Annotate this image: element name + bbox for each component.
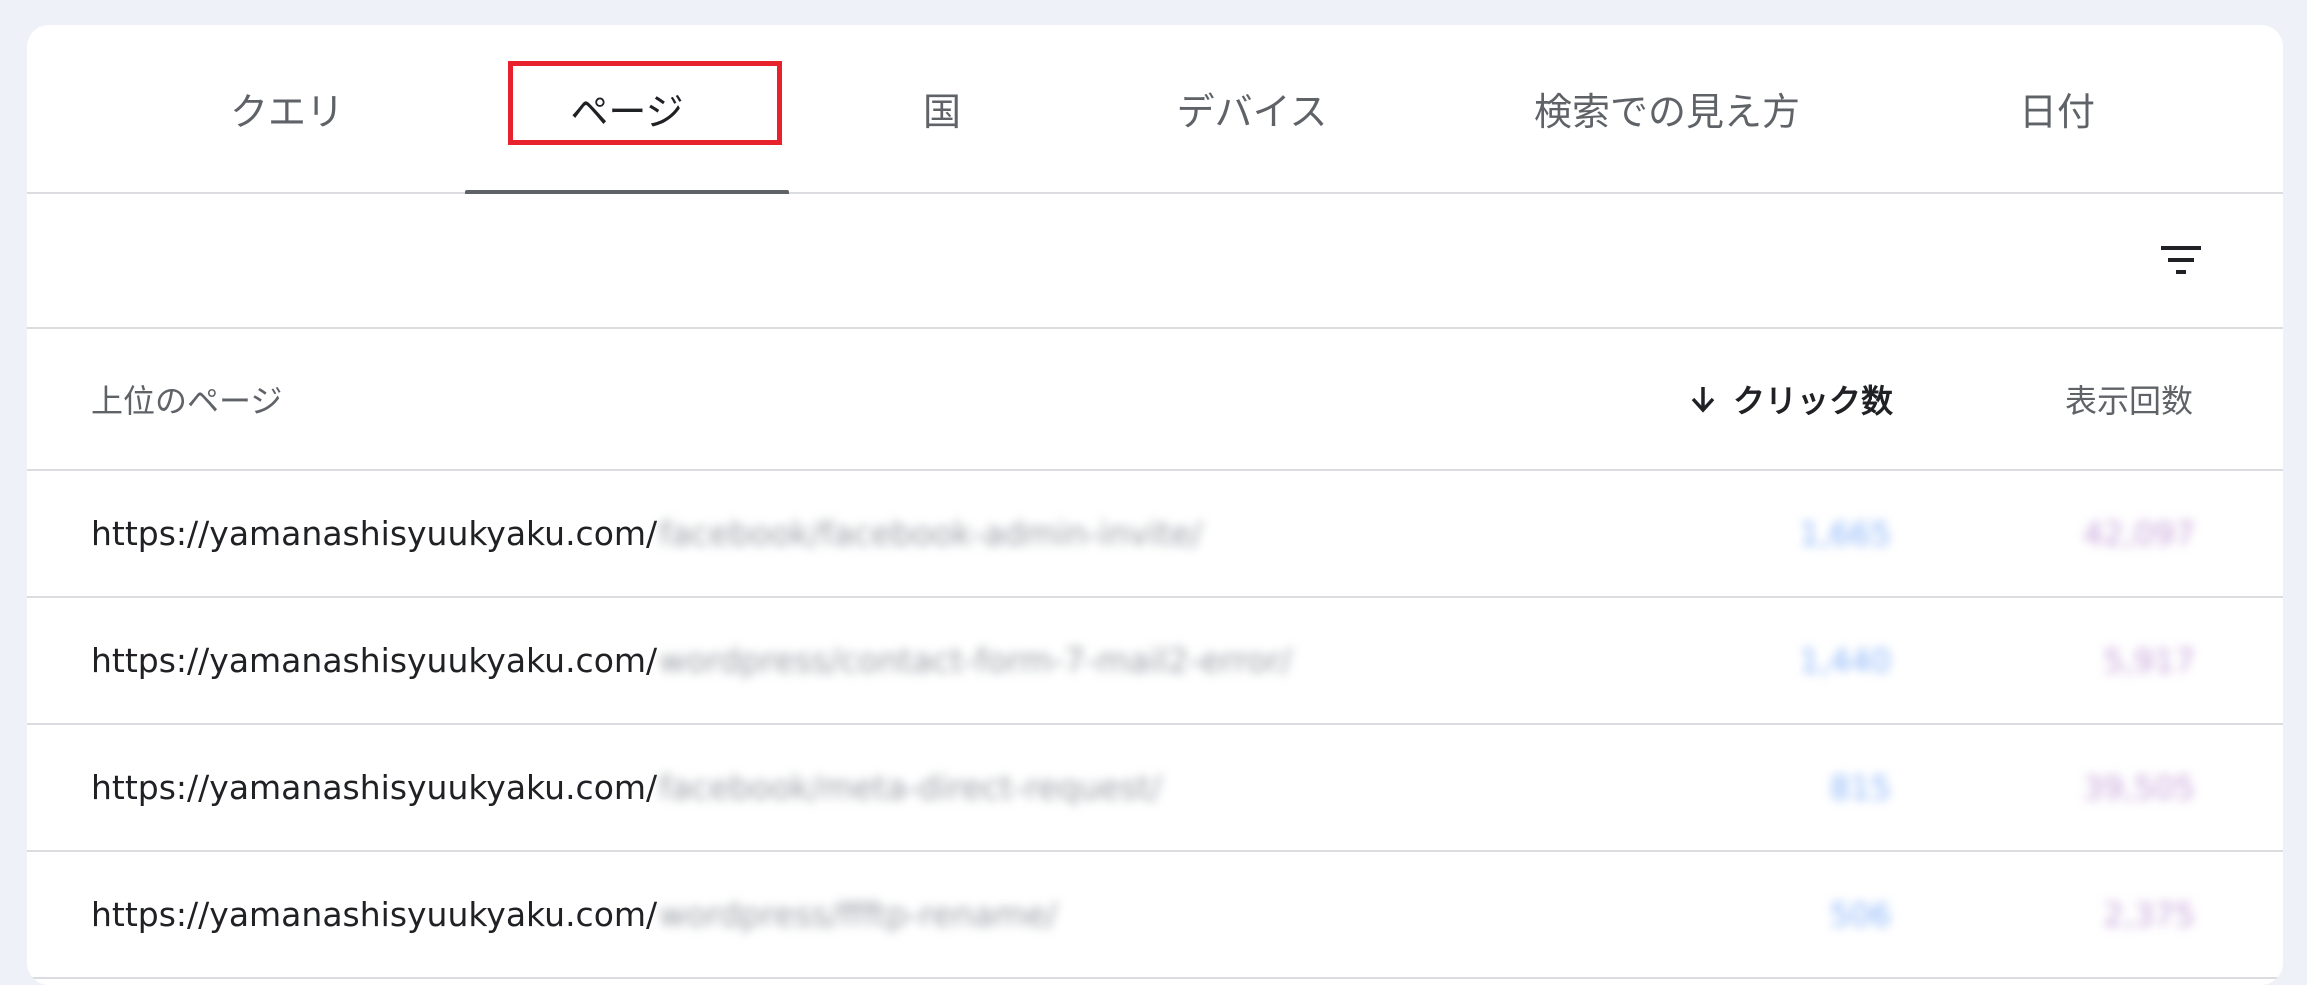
tab-device[interactable]: デバイス: [1087, 25, 1417, 192]
column-header-clicks-label: クリック数: [1732, 382, 1893, 420]
clicks-value: 506: [1829, 895, 1891, 934]
url-domain: https://yamanashisyuukyaku.com/: [91, 641, 658, 680]
url-domain: https://yamanashisyuukyaku.com/: [91, 514, 658, 553]
url-domain: https://yamanashisyuukyaku.com/: [91, 768, 658, 807]
filter-icon: [2161, 246, 2201, 274]
url-path-blurred: wordpress/ffftp-rename/: [659, 895, 1058, 934]
url-path-blurred: wordpress/contact-form-7-mail2-error/: [659, 641, 1292, 680]
column-header-clicks[interactable]: クリック数: [1689, 329, 1893, 469]
column-header-impressions[interactable]: 表示回数: [2065, 329, 2193, 469]
tab-date[interactable]: 日付: [1927, 25, 2187, 192]
highlight-annotation-box: [508, 61, 782, 145]
clicks-value: 1,665: [1799, 514, 1891, 553]
tab-label: デバイス: [1176, 90, 1328, 134]
page-url: https://yamanashisyuukyaku.com/wordpress…: [91, 852, 1057, 977]
filter-button[interactable]: [2157, 236, 2205, 284]
tab-label: 日付: [2018, 90, 2095, 134]
table-toolbar: [27, 194, 2283, 329]
page-url: https://yamanashisyuukyaku.com/wordpress…: [91, 598, 1292, 723]
impressions-value: 42,097: [2083, 514, 2195, 553]
url-path-blurred: facebook/facebook-admin-invite/: [659, 514, 1203, 553]
column-header-top-pages: 上位のページ: [91, 382, 283, 420]
tab-search-appearance[interactable]: 検索での見え方: [1467, 25, 1867, 192]
tab-label: 検索での見え方: [1533, 90, 1800, 134]
arrow-down-icon: [1691, 387, 1715, 413]
impressions-value: 5,917: [2103, 641, 2195, 680]
table-body: https://yamanashisyuukyaku.com/facebook/…: [27, 471, 2283, 979]
tab-label: クエリ: [229, 90, 344, 134]
performance-report-card: クエリ ページ 国 デバイス 検索での見え方 日付 上位のページ クリック数 表…: [27, 25, 2283, 985]
url-domain: https://yamanashisyuukyaku.com/: [91, 895, 658, 934]
table-row[interactable]: https://yamanashisyuukyaku.com/wordpress…: [27, 852, 2283, 979]
page-url: https://yamanashisyuukyaku.com/facebook/…: [91, 725, 1161, 850]
clicks-value: 815: [1829, 768, 1891, 807]
dimension-tabs: クエリ ページ 国 デバイス 検索での見え方 日付: [27, 25, 2283, 194]
clicks-value: 1,440: [1799, 641, 1891, 680]
impressions-value: 39,505: [2083, 768, 2195, 807]
table-header: 上位のページ クリック数 表示回数: [27, 329, 2283, 471]
table-row[interactable]: https://yamanashisyuukyaku.com/facebook/…: [27, 725, 2283, 852]
tab-label: 国: [922, 90, 961, 134]
tab-query[interactable]: クエリ: [147, 25, 427, 192]
url-path-blurred: facebook/meta-direct-request/: [659, 768, 1162, 807]
table-row[interactable]: https://yamanashisyuukyaku.com/facebook/…: [27, 471, 2283, 598]
page-url: https://yamanashisyuukyaku.com/facebook/…: [91, 471, 1202, 596]
table-row[interactable]: https://yamanashisyuukyaku.com/wordpress…: [27, 598, 2283, 725]
tab-country[interactable]: 国: [827, 25, 1057, 192]
impressions-value: 2,375: [2103, 895, 2195, 934]
